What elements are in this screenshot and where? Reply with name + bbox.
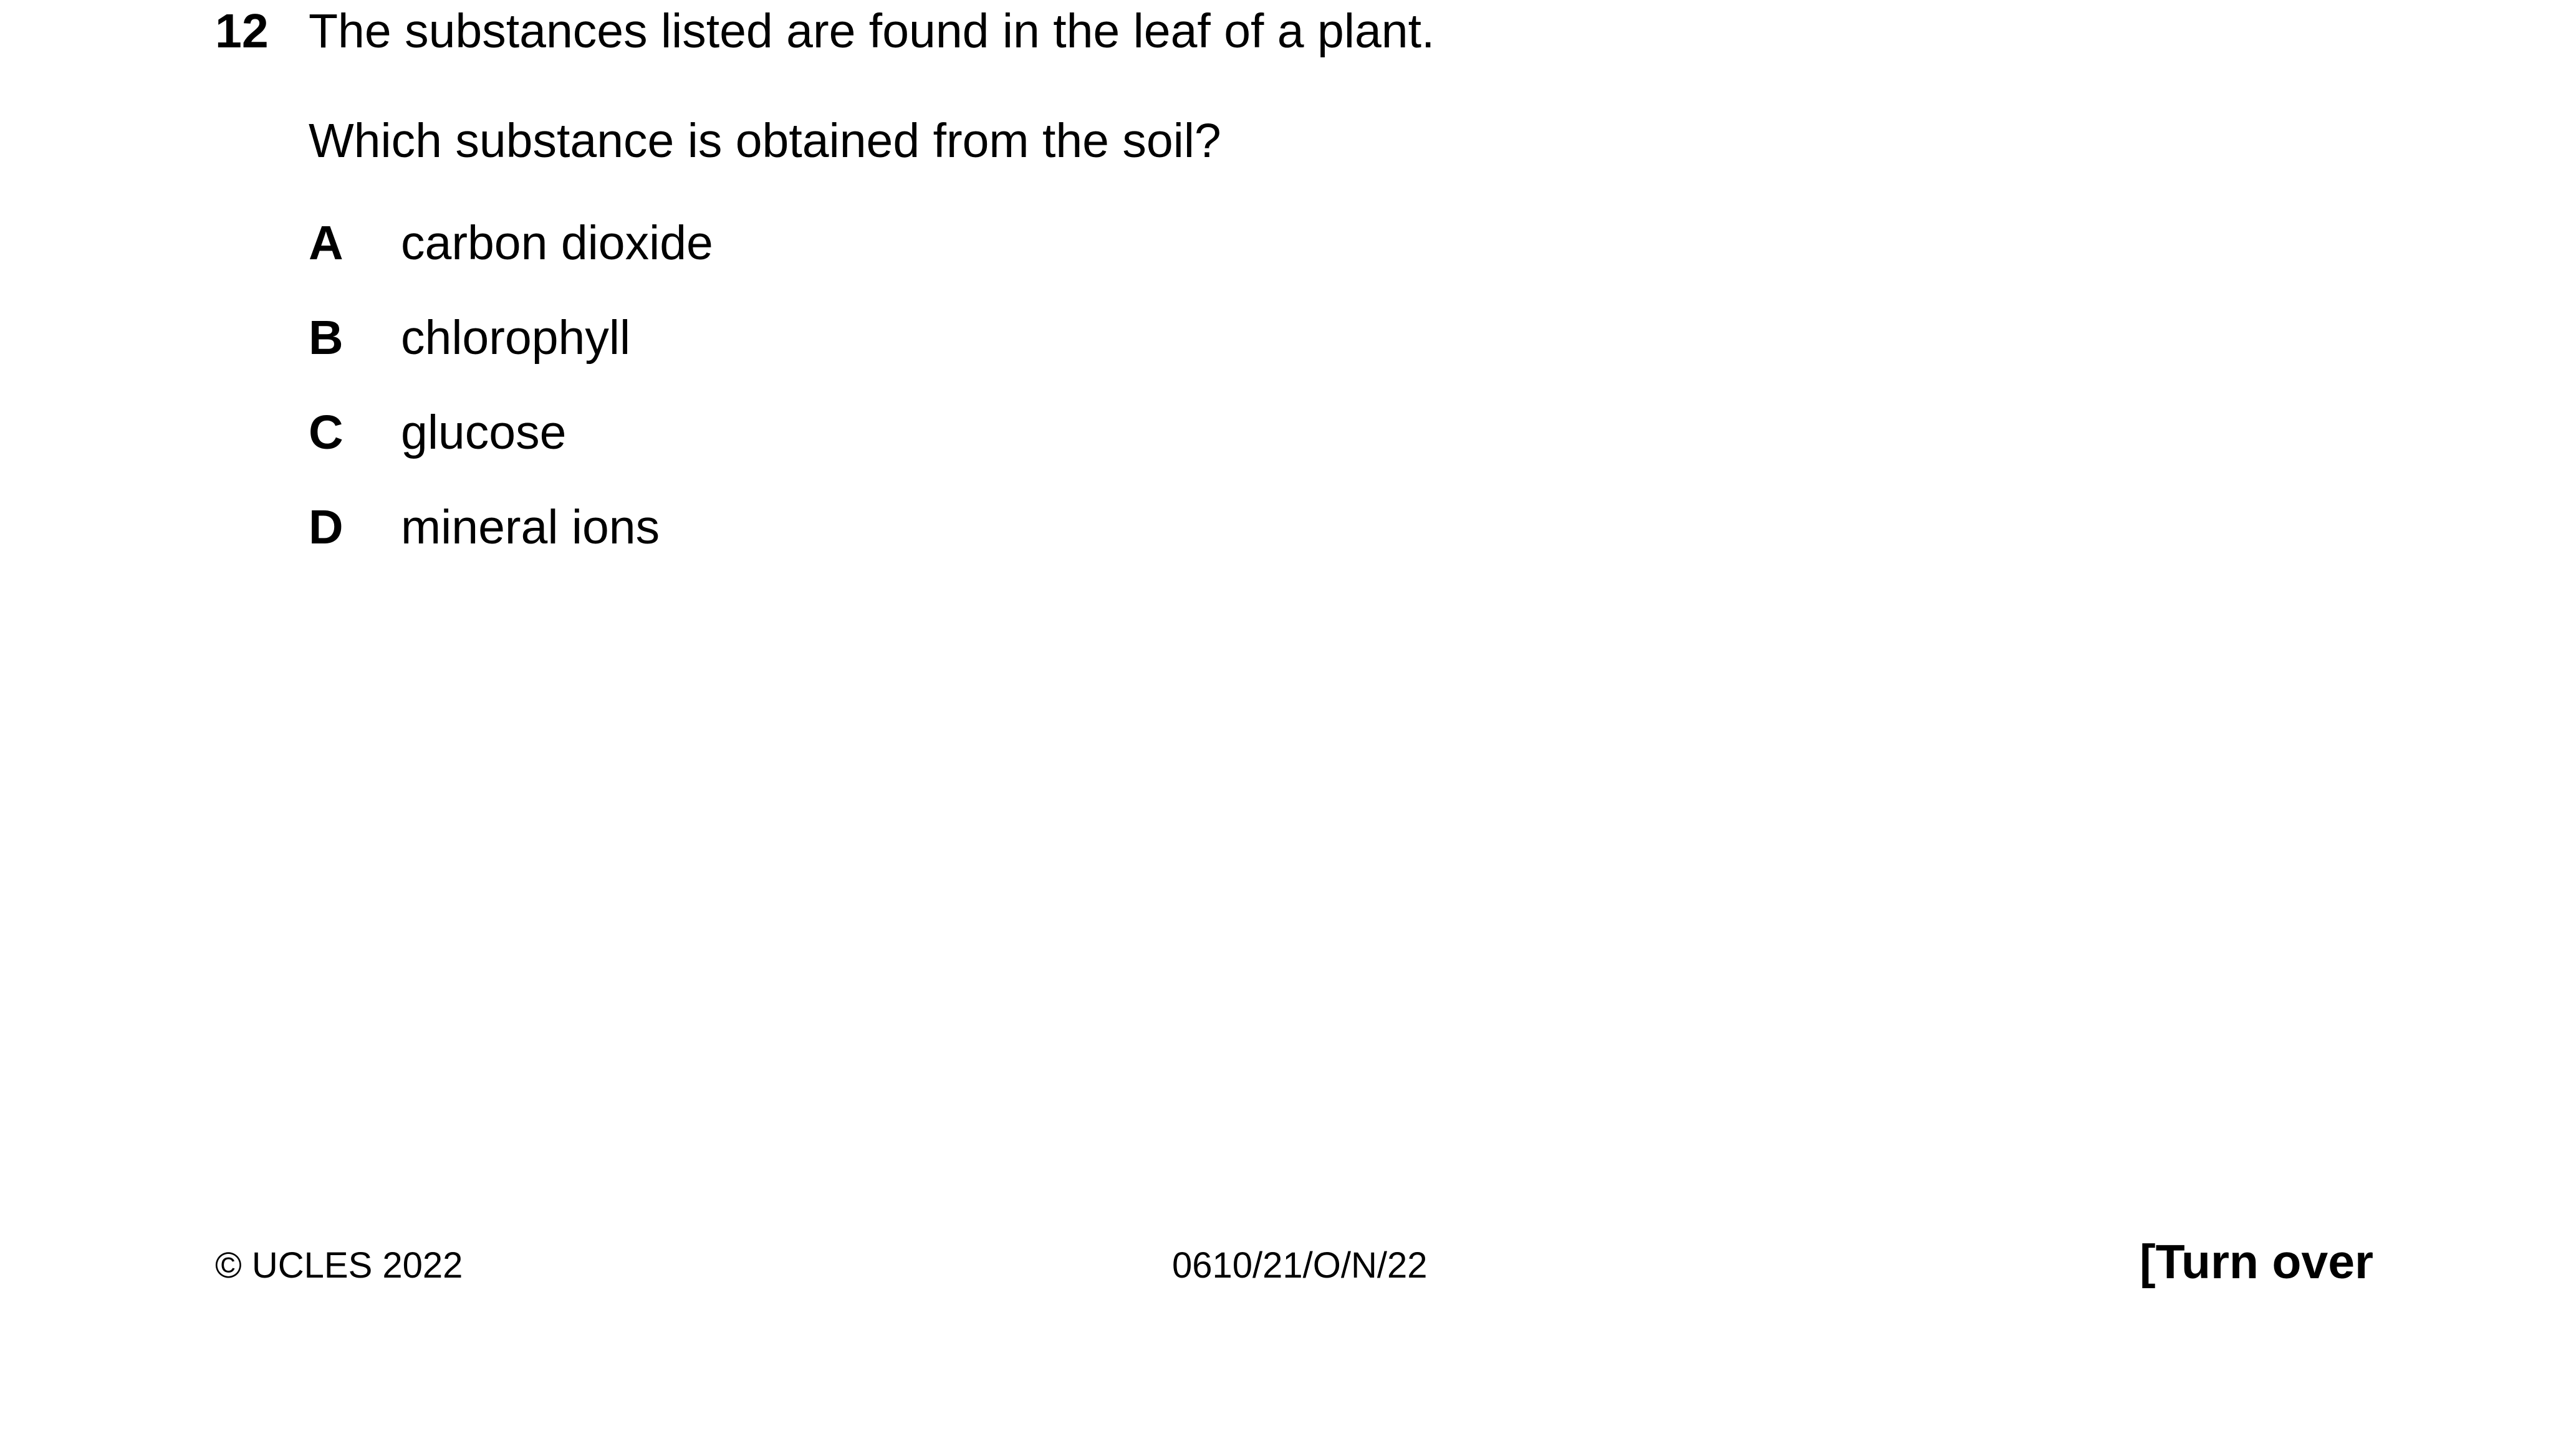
option-letter: A xyxy=(309,216,344,270)
copyright-notice: © UCLES 2022 xyxy=(215,1245,463,1286)
answer-options: A carbon dioxide B chlorophyll C glucose… xyxy=(309,212,1244,591)
question-number: 12 xyxy=(215,4,269,58)
question-stem: The substances listed are found in the l… xyxy=(309,4,1435,58)
option-letter: B xyxy=(309,311,344,365)
option-text: glucose xyxy=(401,406,567,459)
paper-code: 0610/21/O/N/22 xyxy=(1172,1245,1428,1286)
answer-option-a: A carbon dioxide xyxy=(309,212,1244,307)
question-prompt: Which substance is obtained from the soi… xyxy=(309,114,1221,168)
option-text: chlorophyll xyxy=(401,311,631,365)
answer-option-d: D mineral ions xyxy=(309,496,1244,591)
option-text: carbon dioxide xyxy=(401,216,713,270)
turn-over-label: [Turn over xyxy=(2139,1235,2373,1289)
answer-option-c: C glucose xyxy=(309,401,1244,496)
answer-option-b: B chlorophyll xyxy=(309,307,1244,401)
exam-page: 12 The substances listed are found in th… xyxy=(0,0,2576,1439)
option-letter: D xyxy=(309,500,344,554)
option-text: mineral ions xyxy=(401,500,660,554)
option-letter: C xyxy=(309,406,344,459)
